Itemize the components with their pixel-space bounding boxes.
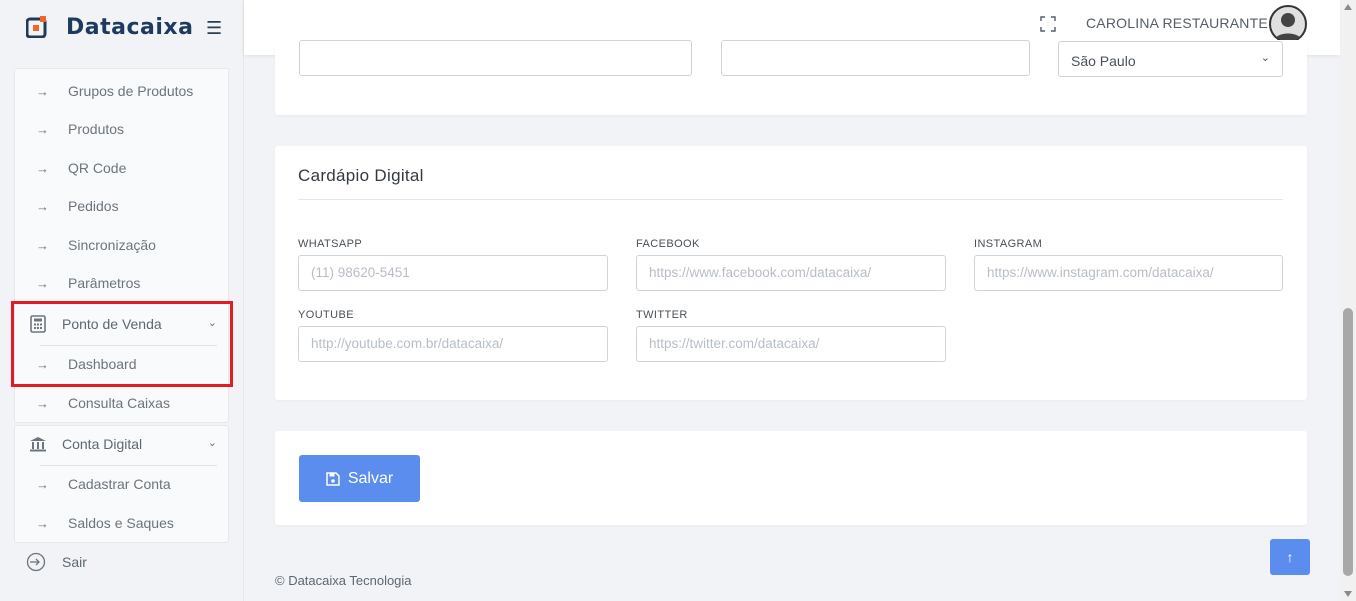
sidebar-item-consulta-caixas[interactable]: → Consulta Caixas bbox=[14, 393, 170, 413]
fullscreen-icon[interactable] bbox=[1040, 16, 1056, 32]
user-avatar-icon bbox=[1274, 13, 1302, 41]
state-select-value: São Paulo bbox=[1071, 53, 1136, 69]
sidebar-item-label: Pedidos bbox=[68, 198, 119, 214]
sidebar-group-conta-digital[interactable]: Conta Digital ⌄ bbox=[14, 432, 229, 456]
whatsapp-input[interactable]: (11) 98620-5451 bbox=[298, 255, 608, 291]
instagram-placeholder: https://www.instagram.com/datacaixa/ bbox=[987, 265, 1214, 280]
brand-name: Datacaixa bbox=[66, 14, 194, 40]
save-button-label: Salvar bbox=[347, 469, 394, 487]
address-field[interactable] bbox=[299, 40, 692, 76]
floppy-disk-icon bbox=[326, 471, 340, 486]
twitter-label: TWITTER bbox=[636, 309, 688, 321]
divider bbox=[40, 465, 217, 466]
arrow-right-icon: → bbox=[36, 395, 49, 411]
sidebar-item-sincronizacao[interactable]: → Sincronização bbox=[14, 235, 156, 255]
facebook-placeholder: https://www.facebook.com/datacaixa/ bbox=[649, 265, 872, 280]
address-card: São Paulo ⌄ bbox=[275, 40, 1307, 115]
user-avatar[interactable] bbox=[1269, 5, 1307, 43]
cardapio-digital-card: Cardápio Digital WHATSAPP (11) 98620-545… bbox=[275, 146, 1307, 400]
sidebar-item-qr-code[interactable]: → QR Code bbox=[14, 158, 126, 178]
arrow-right-icon: → bbox=[36, 476, 49, 492]
arrow-right-icon: → bbox=[36, 83, 49, 99]
sidebar-item-parametros[interactable]: → Parâmetros bbox=[14, 273, 140, 293]
instagram-input[interactable]: https://www.instagram.com/datacaixa/ bbox=[974, 255, 1283, 291]
sidebar-item-saldos-saques[interactable]: → Saldos e Saques bbox=[14, 513, 174, 533]
youtube-placeholder: http://youtube.com.br/datacaixa/ bbox=[311, 336, 504, 351]
chevron-down-icon: ⌄ bbox=[1260, 52, 1270, 64]
sidebar-item-label: Consulta Caixas bbox=[68, 395, 170, 411]
actions-card: Salvar bbox=[275, 431, 1307, 525]
arrow-right-icon: → bbox=[36, 237, 49, 253]
logout-link[interactable]: Sair bbox=[26, 552, 87, 572]
sidebar-item-label: Saldos e Saques bbox=[68, 515, 174, 531]
arrow-right-icon: → bbox=[36, 160, 49, 176]
sidebar-item-pedidos[interactable]: → Pedidos bbox=[14, 196, 119, 216]
sidebar-item-label: Parâmetros bbox=[68, 275, 141, 291]
whatsapp-placeholder: (11) 98620-5451 bbox=[311, 265, 410, 280]
page-scrollbar[interactable] bbox=[1340, 0, 1356, 601]
user-name[interactable]: CAROLINA RESTAURANTE bbox=[1086, 15, 1268, 31]
sidebar-group-label: Conta Digital bbox=[62, 436, 143, 452]
arrow-right-icon: → bbox=[36, 198, 49, 214]
youtube-input[interactable]: http://youtube.com.br/datacaixa/ bbox=[298, 326, 608, 362]
instagram-label: INSTAGRAM bbox=[974, 238, 1043, 250]
card-title: Cardápio Digital bbox=[298, 166, 424, 185]
arrow-right-icon: → bbox=[36, 121, 49, 137]
sidebar-item-produtos[interactable]: → Produtos bbox=[14, 119, 124, 139]
footer-copyright: © Datacaixa Tecnologia bbox=[275, 573, 412, 588]
facebook-label: FACEBOOK bbox=[636, 238, 700, 250]
arrow-right-icon: → bbox=[36, 515, 49, 531]
scrollbar-thumb[interactable] bbox=[1343, 308, 1353, 576]
logout-icon bbox=[26, 552, 46, 572]
annotation-highlight-box bbox=[11, 301, 233, 387]
sidebar: Datacaixa ☰ → Grupos de Produtos → Produ… bbox=[0, 0, 244, 601]
sidebar-item-label: Grupos de Produtos bbox=[68, 83, 194, 99]
arrow-right-icon: → bbox=[36, 275, 49, 291]
city-field[interactable] bbox=[721, 40, 1030, 76]
scroll-up-arrow-icon[interactable] bbox=[1344, 4, 1352, 10]
chevron-down-icon: ⌄ bbox=[207, 437, 217, 449]
sidebar-item-grupos-produtos[interactable]: → Grupos de Produtos bbox=[14, 81, 193, 101]
menu-toggle-icon[interactable]: ☰ bbox=[206, 18, 222, 39]
sidebar-item-label: Cadastrar Conta bbox=[68, 476, 171, 492]
whatsapp-label: WHATSAPP bbox=[298, 238, 363, 250]
sidebar-item-label: QR Code bbox=[68, 160, 127, 176]
sidebar-item-cadastrar-conta[interactable]: → Cadastrar Conta bbox=[14, 474, 171, 494]
sidebar-item-label: Sincronização bbox=[68, 237, 156, 253]
facebook-input[interactable]: https://www.facebook.com/datacaixa/ bbox=[636, 255, 946, 291]
twitter-input[interactable]: https://twitter.com/datacaixa/ bbox=[636, 326, 946, 362]
save-button[interactable]: Salvar bbox=[299, 455, 420, 502]
bank-icon bbox=[14, 436, 62, 452]
scroll-to-top-button[interactable]: ↑ bbox=[1270, 539, 1310, 575]
logout-label: Sair bbox=[62, 554, 87, 570]
state-select[interactable]: São Paulo ⌄ bbox=[1058, 41, 1283, 77]
twitter-placeholder: https://twitter.com/datacaixa/ bbox=[649, 336, 820, 351]
divider bbox=[298, 199, 1283, 200]
youtube-label: YOUTUBE bbox=[298, 309, 354, 321]
sidebar-item-label: Produtos bbox=[68, 121, 125, 137]
datacaixa-logo-icon bbox=[26, 16, 47, 38]
arrow-up-icon: ↑ bbox=[1286, 549, 1294, 565]
brand-logo[interactable]: Datacaixa bbox=[26, 12, 193, 42]
scroll-down-arrow-icon[interactable] bbox=[1344, 591, 1352, 597]
